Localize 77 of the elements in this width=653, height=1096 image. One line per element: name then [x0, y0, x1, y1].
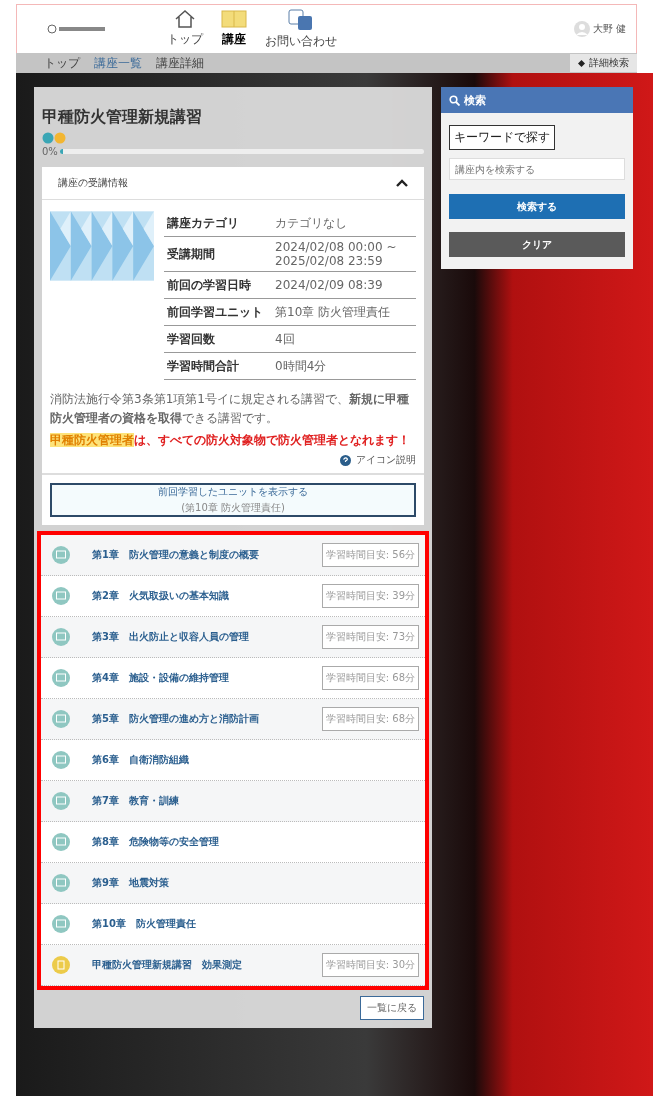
nav-item[interactable]: お問い合わせ [265, 8, 337, 50]
chapter-row[interactable]: 第7章 教育・訓練 [41, 781, 425, 823]
info-value: 0時間4分 [272, 352, 416, 380]
course-description: 消防法施行令第3条第1項第1号イに規定される講習で、新規に甲種防火管理者の資格を取得できる講習です。 [50, 391, 410, 428]
clear-button[interactable]: クリア [449, 232, 625, 257]
video-lesson-icon [52, 669, 70, 688]
video-lesson-icon [52, 792, 70, 811]
search-button[interactable]: 検索する [449, 194, 625, 219]
chapter-row[interactable]: 甲種防火管理新規講習 効果測定 学習時間目安: 30分 [41, 945, 425, 987]
diamond-icon [578, 59, 585, 67]
info-label: 学習回数 [164, 325, 272, 353]
badge-icons-drawing [42, 132, 68, 144]
search-field[interactable]: 講座内を検索する [449, 158, 625, 180]
study-time-tag: 学習時間目安: 73分 [321, 625, 419, 650]
chapter-title: 第6章 自衛消防組織 [92, 753, 190, 768]
resume-button[interactable]: 前回学習したユニットを表示する (第10章 防火管理責任) [50, 483, 416, 518]
info-value: 4回 [272, 325, 416, 353]
chat-icon [288, 8, 314, 31]
info-value: 2024/02/09 08:39 [272, 271, 416, 299]
course-title: 甲種防火管理新規講習 [42, 107, 203, 128]
nav-item[interactable]: 講座 [221, 8, 247, 50]
video-lesson-icon [52, 751, 70, 770]
progress-label: 0% [42, 146, 58, 157]
chapter-title: 甲種防火管理新規講習 効果測定 [92, 958, 243, 973]
video-lesson-icon [52, 874, 70, 893]
logo-icon [47, 24, 107, 34]
user-name[interactable]: 大野 健 [592, 22, 626, 36]
study-time-tag: 学習時間目安: 68分 [321, 666, 419, 691]
info-label: 講座カテゴリ [164, 210, 272, 237]
video-lesson-icon [52, 833, 70, 852]
study-time-tag: 学習時間目安: 68分 [321, 707, 419, 732]
breadcrumb-item[interactable]: 講座一覧 [94, 54, 142, 72]
breadcrumb-item[interactable]: トップ [44, 54, 80, 72]
home-icon [174, 8, 196, 29]
chapter-row[interactable]: 第1章 防火管理の意義と制度の概要 学習時間目安: 56分 [41, 535, 425, 577]
info-panel-title: 講座の受講情報 [58, 176, 128, 190]
chapter-title: 第7章 教育・訓練 [92, 794, 180, 809]
info-value: カテゴリなし [272, 210, 416, 237]
chapter-title: 第10章 防火管理責任 [92, 917, 197, 932]
chapter-title: 第1章 防火管理の意義と制度の概要 [92, 548, 260, 563]
back-to-list-button[interactable]: 一覧に戻る [360, 996, 424, 1021]
chapter-row[interactable]: 第9章 地震対策 [41, 863, 425, 905]
course-note: 甲種防火管理者は、すべての防火対象物で防火管理者となれます！ [50, 432, 411, 450]
video-lesson-icon [52, 587, 70, 606]
chevron-icon[interactable] [396, 179, 408, 187]
study-time-tag: 学習時間目安: 56分 [321, 543, 419, 568]
video-lesson-icon [52, 710, 70, 729]
test-icon [52, 956, 70, 975]
chapter-title: 第8章 危険物等の安全管理 [92, 835, 220, 850]
keyword-tab[interactable]: キーワードで探す [449, 125, 555, 150]
info-value: 第10章 防火管理責任 [272, 298, 416, 326]
video-lesson-icon [52, 628, 70, 647]
video-lesson-icon [52, 546, 70, 565]
video-lesson-icon [52, 915, 70, 934]
info-label: 前回学習ユニット [164, 298, 272, 326]
help-icon [340, 454, 351, 466]
nav-item[interactable]: トップ [167, 8, 203, 50]
icon-legend-link[interactable]: アイコン説明 [356, 453, 416, 468]
book-icon [221, 8, 247, 29]
chapter-title: 第4章 施設・設備の維持管理 [92, 671, 230, 686]
study-time-tag: 学習時間目安: 30分 [321, 953, 419, 978]
breadcrumb-item[interactable]: 講座詳細 [156, 54, 204, 72]
chapter-title: 第5章 防火管理の進め方と消防計画 [92, 712, 260, 727]
search-icon [449, 94, 460, 106]
info-value: 2024/02/08 00:00 ~ 2025/02/08 23:59 [272, 236, 416, 272]
search-panel-title: 検索 [464, 92, 486, 108]
detail-search-button[interactable]: 詳細検索 [570, 54, 637, 72]
info-label: 受講期間 [164, 236, 272, 272]
info-label: 学習時間合計 [164, 352, 272, 380]
study-time-tag: 学習時間目安: 39分 [321, 584, 419, 609]
user-avatar-icon [572, 20, 591, 38]
chapter-row[interactable]: 第3章 出火防止と収容人員の管理 学習時間目安: 73分 [41, 617, 425, 659]
chapter-title: 第3章 出火防止と収容人員の管理 [92, 630, 250, 645]
info-label: 前回の学習日時 [164, 271, 272, 299]
chapter-row[interactable]: 第5章 防火管理の進め方と消防計画 学習時間目安: 68分 [41, 699, 425, 741]
chapter-title: 第9章 地震対策 [92, 876, 170, 891]
chapter-title: 第2章 火気取扱いの基本知識 [92, 589, 230, 604]
